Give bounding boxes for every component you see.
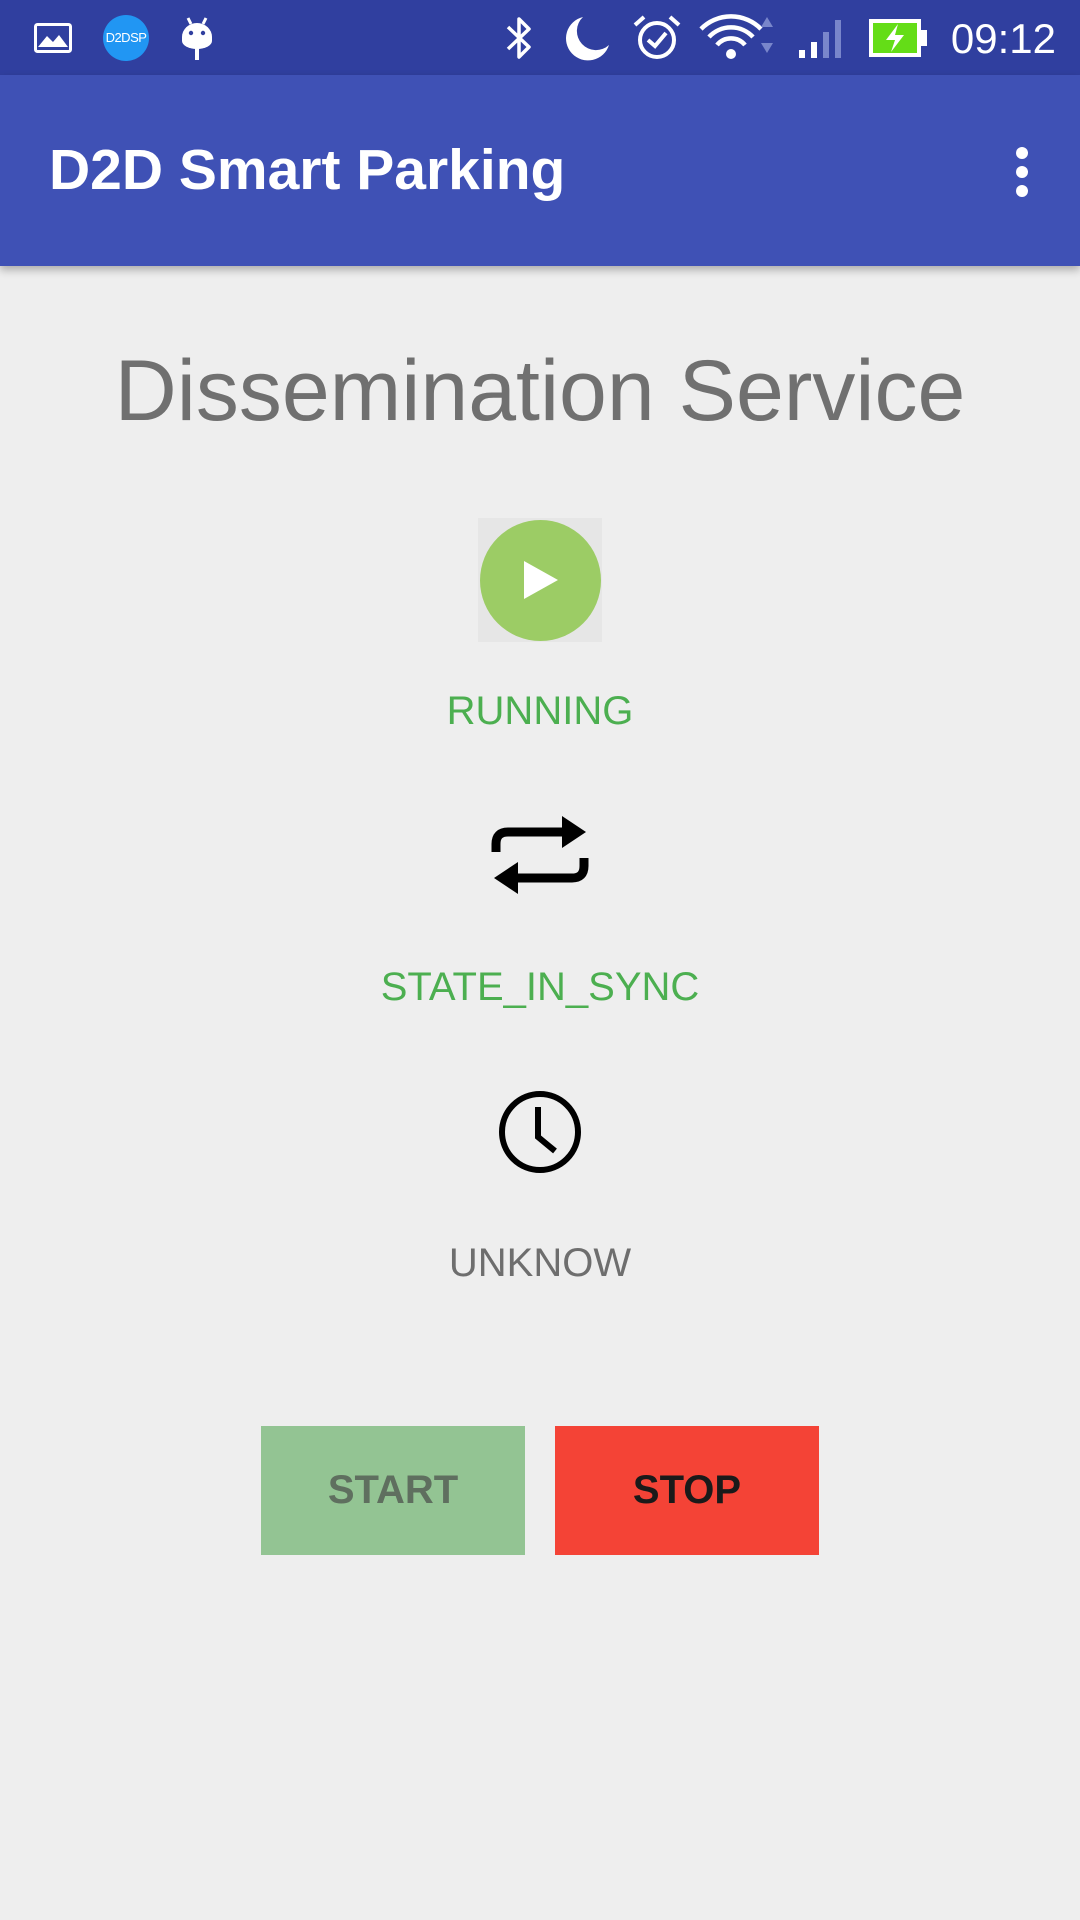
image-icon [32,0,74,75]
page-title: Dissemination Service [114,343,966,439]
moon-icon [561,0,615,75]
signal-icon [795,0,851,75]
status-clock: 09:12 [950,15,1056,62]
battery-charging-icon [866,0,930,75]
repeat-icon [488,812,592,903]
app-bar: D2D Smart Parking [0,75,1080,266]
android-icon [176,0,218,75]
alarm-icon [630,0,684,75]
status-bar: D2DSP 09:12 [0,0,1080,75]
app-title: D2D Smart Parking [49,138,566,202]
d2dsp-icon: D2DSP [101,0,151,75]
clock-icon [497,1089,583,1180]
screen: D2DSP 09:12 D2D Smart Parking Disseminat… [0,0,1080,1920]
more-vert-icon[interactable] [990,132,1054,212]
bluetooth-icon [498,0,540,75]
time-status-label: UNKNOW [448,1241,632,1285]
sync-status-icon-row [0,812,1080,903]
service-status-label: RUNNING [446,689,634,733]
play-icon [479,519,601,641]
start-button[interactable]: START [261,1426,525,1555]
time-status-icon-row [0,1089,1080,1180]
sync-status-label: STATE_IN_SYNC [380,965,700,1009]
wifi-icon [697,0,777,75]
stop-button[interactable]: STOP [555,1426,819,1555]
service-status-icon [478,518,602,642]
d2dsp-badge: D2DSP [103,14,149,61]
